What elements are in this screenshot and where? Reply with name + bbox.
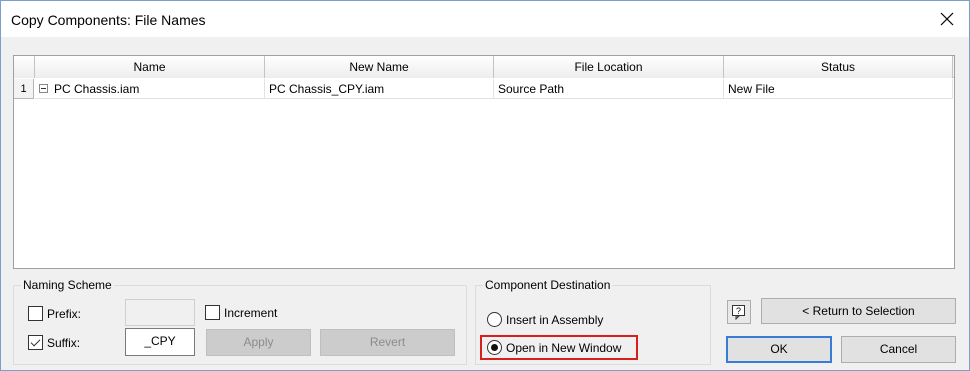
- question-mark-icon: ?: [732, 305, 745, 320]
- row-number: 1: [14, 79, 34, 99]
- naming-scheme-title: Naming Scheme: [21, 278, 114, 292]
- return-to-selection-button[interactable]: < Return to Selection: [761, 298, 956, 324]
- cell-new-name[interactable]: PC Chassis_CPY.iam: [265, 79, 494, 99]
- cell-name-text: PC Chassis.iam: [54, 82, 140, 96]
- revert-button[interactable]: Revert: [320, 329, 455, 356]
- svg-text:?: ?: [736, 306, 741, 316]
- suffix-checkbox[interactable]: [28, 335, 43, 350]
- file-names-grid[interactable]: Name New Name File Location Status 1 PC …: [13, 55, 955, 269]
- table-row[interactable]: 1 PC Chassis.iam PC Chassis_CPY.iam Sour…: [14, 79, 954, 99]
- cell-name[interactable]: PC Chassis.iam: [35, 79, 265, 99]
- increment-checkbox[interactable]: [205, 305, 220, 320]
- increment-label: Increment: [224, 306, 278, 320]
- column-header-file-location[interactable]: File Location: [494, 56, 724, 78]
- column-header-status[interactable]: Status: [724, 56, 953, 78]
- component-destination-title: Component Destination: [483, 278, 613, 292]
- prefix-label: Prefix:: [47, 307, 82, 321]
- grid-header: Name New Name File Location Status: [14, 56, 954, 78]
- insert-in-assembly-label: Insert in Assembly: [506, 313, 604, 327]
- open-in-new-window-radio[interactable]: [487, 340, 502, 355]
- copy-components-dialog: Copy Components: File Names Name New Nam…: [0, 0, 970, 371]
- cell-status[interactable]: New File: [724, 79, 953, 99]
- prefix-checkbox[interactable]: [28, 306, 43, 321]
- ok-button[interactable]: OK: [726, 336, 832, 363]
- suffix-input[interactable]: _CPY: [125, 328, 195, 356]
- close-button[interactable]: [933, 5, 961, 33]
- dialog-title: Copy Components: File Names: [11, 12, 206, 28]
- cancel-button[interactable]: Cancel: [841, 336, 956, 363]
- close-icon: [940, 12, 954, 26]
- collapse-icon[interactable]: [39, 84, 48, 94]
- apply-button[interactable]: Apply: [206, 329, 311, 356]
- cell-file-location[interactable]: Source Path: [494, 79, 724, 99]
- insert-in-assembly-radio[interactable]: [487, 312, 502, 327]
- column-header-new-name[interactable]: New Name: [265, 56, 494, 78]
- open-in-new-window-label: Open in New Window: [506, 341, 622, 355]
- grid-corner: [14, 56, 35, 78]
- title-bar: Copy Components: File Names: [1, 1, 969, 37]
- suffix-label: Suffix:: [47, 336, 81, 350]
- column-header-name[interactable]: Name: [35, 56, 265, 78]
- help-button[interactable]: ?: [727, 300, 751, 324]
- prefix-input[interactable]: [125, 299, 195, 326]
